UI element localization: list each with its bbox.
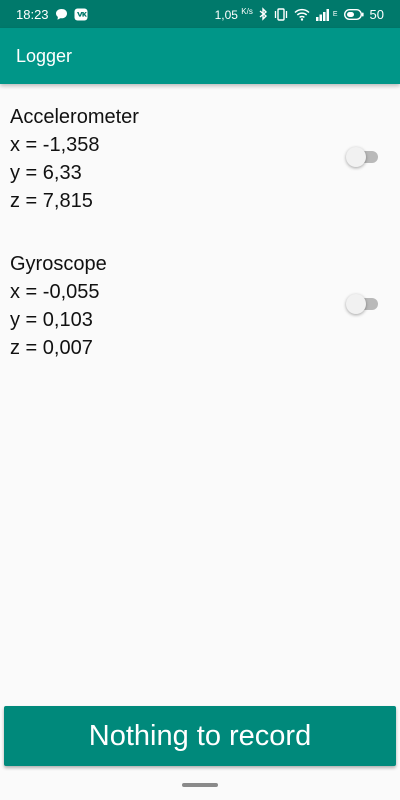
accelerometer-section: Accelerometer x = -1,358 y = 6,33 z = 7,… [10, 103, 390, 215]
sensor-x-value: x = -1,358 [10, 134, 100, 156]
status-time: 18:23 [16, 6, 49, 22]
network-type: E [332, 10, 338, 18]
sensor-x-value: x = -0,055 [10, 281, 100, 303]
accelerometer-toggle[interactable] [346, 147, 380, 167]
status-left: 18:23 [16, 0, 88, 28]
sensor-z-value: z = 7,815 [10, 190, 93, 212]
sensor-name: Accelerometer [10, 106, 139, 128]
sensor-z-value: z = 0,007 [10, 337, 93, 359]
app-title: Logger [16, 46, 73, 66]
sensor-y-value: y = 0,103 [10, 309, 93, 331]
toggle-thumb [346, 294, 366, 314]
chat-bubble-icon [55, 8, 68, 21]
battery-level: 50 [369, 6, 384, 22]
net-speed-value: 1,05 [214, 7, 238, 22]
sensor-y-value: y = 6,33 [10, 162, 82, 184]
navigation-handle[interactable] [182, 783, 218, 787]
wifi-icon [294, 8, 310, 21]
signal-icon: E [315, 8, 338, 21]
net-speed-unit: K/s [241, 6, 253, 16]
gyroscope-section: Gyroscope x = -0,055 y = 0,103 z = 0,007 [10, 250, 390, 362]
status-bar: 18:23 1,05 K/s E 50 [0, 0, 400, 28]
sensor-name: Gyroscope [10, 253, 107, 275]
vk-icon [74, 8, 88, 21]
net-speed: 1,05 K/s [215, 7, 253, 22]
gyroscope-toggle[interactable] [346, 294, 380, 314]
status-right: 1,05 K/s E 50 [215, 0, 384, 28]
app-bar: Logger [0, 28, 400, 84]
toggle-thumb [346, 147, 366, 167]
record-button[interactable]: Nothing to record [4, 706, 396, 766]
vibrate-icon [274, 7, 288, 21]
battery-icon [343, 8, 364, 20]
bluetooth-icon [259, 7, 268, 21]
